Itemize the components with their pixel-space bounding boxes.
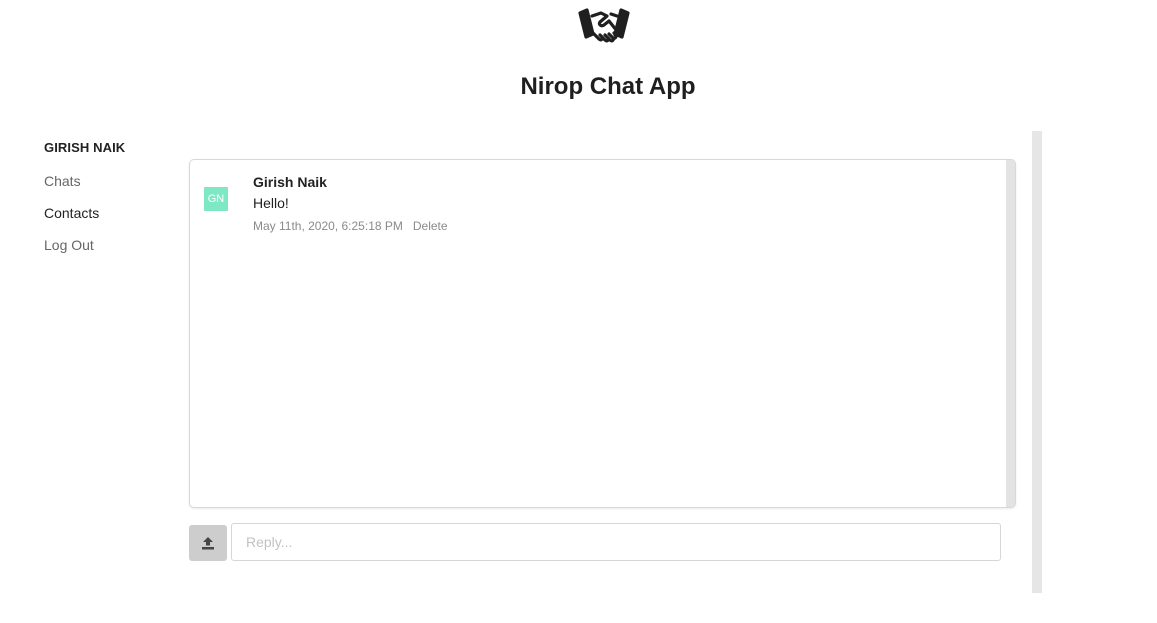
sidebar-item-log-out[interactable]: Log Out (44, 237, 174, 255)
handshake-icon (578, 8, 630, 43)
sidebar-item-contacts[interactable]: Contacts (44, 205, 174, 223)
message-sender: Girish Naik (253, 174, 327, 190)
sidebar: GIRISH NAIK Chats Contacts Log Out (44, 140, 174, 269)
message-text: Hello! (253, 195, 289, 211)
header: Nirop Chat App (0, 0, 1157, 120)
chat-messages-panel: GN Girish Naik Hello! May 11th, 2020, 6:… (189, 159, 1016, 508)
message-item: GN Girish Naik Hello! May 11th, 2020, 6:… (204, 174, 964, 234)
sidebar-item-chats[interactable]: Chats (44, 173, 174, 191)
avatar: GN (204, 187, 228, 211)
upload-icon (202, 537, 214, 550)
chat-scrollbar[interactable] (1006, 160, 1015, 507)
sidebar-user-name: GIRISH NAIK (44, 140, 126, 155)
message-timestamp: May 11th, 2020, 6:25:18 PM (253, 219, 403, 233)
app-title: Nirop Chat App (520, 73, 696, 100)
upload-button[interactable] (189, 525, 227, 561)
page-scrollbar[interactable] (1032, 131, 1042, 593)
delete-message-link[interactable]: Delete (413, 219, 448, 233)
message-meta: May 11th, 2020, 6:25:18 PM Delete (253, 219, 448, 233)
reply-input[interactable] (231, 523, 1001, 561)
